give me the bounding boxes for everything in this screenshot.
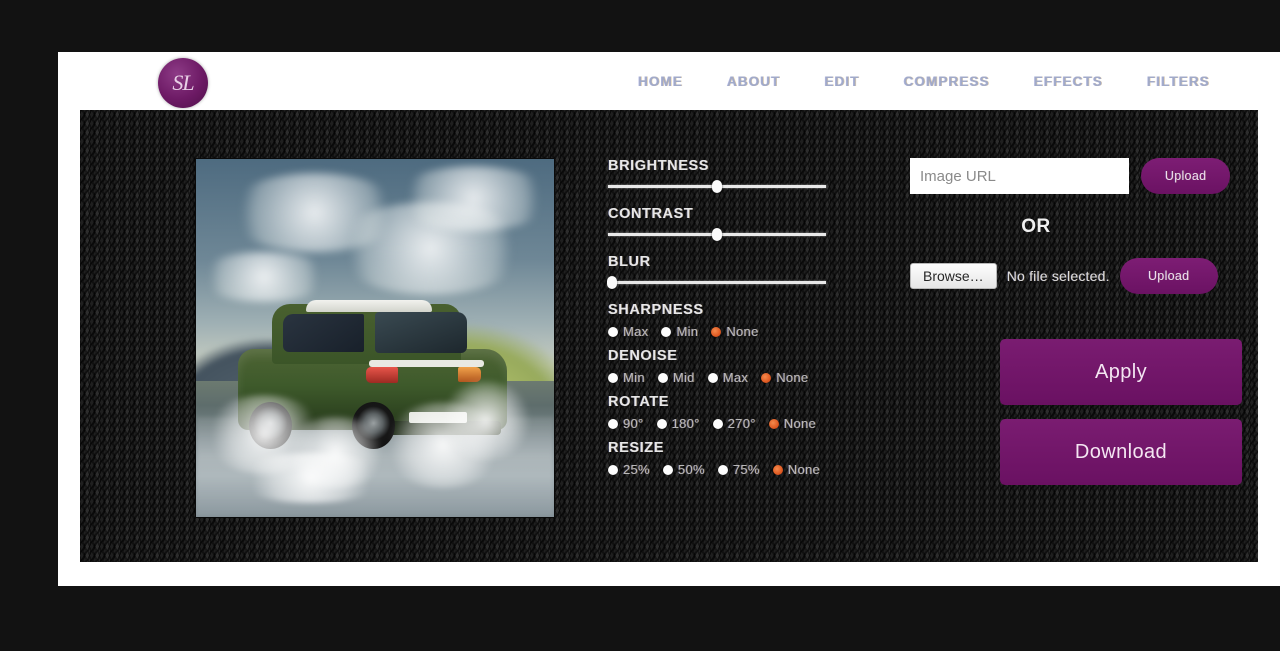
radio-icon[interactable] <box>608 464 618 475</box>
contrast-label: CONTRAST <box>608 206 694 222</box>
resize-option-none-label: None <box>787 462 821 477</box>
page-container: SL HOME ABOUT EDIT COMPRESS EFFECTS FILT… <box>58 52 1280 586</box>
or-separator-label: OR <box>1021 216 1051 237</box>
denoise-option-none[interactable]: None <box>761 370 808 385</box>
resize-option-75[interactable]: 75% <box>717 462 760 477</box>
apply-button[interactable]: Apply <box>1000 339 1242 405</box>
sharpness-option-none[interactable]: None <box>711 324 758 339</box>
brightness-label: BRIGHTNESS <box>608 158 710 174</box>
rotate-options: 90° 180° 270° None <box>608 416 908 431</box>
url-upload-button[interactable]: Upload <box>1141 158 1230 194</box>
rotate-option-none-label: None <box>783 416 817 431</box>
resize-option-none[interactable]: None <box>772 462 821 477</box>
rotate-option-180[interactable]: 180° <box>656 416 700 431</box>
rotate-option-none[interactable]: None <box>768 416 817 431</box>
sharpness-label: SHARPNESS <box>608 302 704 318</box>
sharpness-option-max-label: Max <box>623 324 649 339</box>
rotate-option-270[interactable]: 270° <box>712 416 756 431</box>
file-status-label: No file selected. <box>1006 268 1110 284</box>
file-upload-row: Browse… No file selected. Upload <box>910 258 1230 294</box>
brightness-slider-thumb[interactable] <box>712 180 722 193</box>
nav-item-filters[interactable]: FILTERS <box>1147 74 1210 89</box>
radio-icon[interactable] <box>661 326 672 337</box>
resize-option-25[interactable]: 25% <box>608 462 650 477</box>
resize-option-25-label: 25% <box>623 462 650 477</box>
nav-item-compress[interactable]: COMPRESS <box>904 74 990 89</box>
sharpness-option-min[interactable]: Min <box>661 324 698 339</box>
sharpness-control: SHARPNESS Max Min None <box>608 302 908 339</box>
sharpness-options: Max Min None <box>608 324 908 339</box>
denoise-option-min-label: Min <box>623 370 645 385</box>
resize-option-50-label: 50% <box>677 462 705 477</box>
resize-option-50[interactable]: 50% <box>662 462 705 477</box>
blur-control: BLUR <box>607 254 908 289</box>
rotate-option-90[interactable]: 90° <box>608 416 644 431</box>
radio-icon-selected[interactable] <box>711 326 722 337</box>
viewport: SL HOME ABOUT EDIT COMPRESS EFFECTS FILT… <box>0 0 1280 651</box>
rotate-option-270-label: 270° <box>727 416 756 431</box>
upload-actions-column: Upload OR Browse… No file selected. Uplo… <box>910 158 1242 485</box>
sharpness-option-none-label: None <box>726 324 759 339</box>
blur-slider-track <box>608 281 826 284</box>
radio-icon[interactable] <box>608 418 618 429</box>
resize-option-75-label: 75% <box>732 462 760 477</box>
brightness-slider[interactable] <box>608 180 826 193</box>
nav-item-home[interactable]: HOME <box>638 74 683 89</box>
file-upload-button[interactable]: Upload <box>1119 258 1218 294</box>
rotate-control: ROTATE 90° 180° 270° None <box>608 394 908 431</box>
radio-icon-selected[interactable] <box>768 418 779 429</box>
contrast-slider-thumb[interactable] <box>712 228 722 241</box>
denoise-option-max[interactable]: Max <box>707 370 749 385</box>
nav-item-edit[interactable]: EDIT <box>825 74 860 89</box>
denoise-option-mid[interactable]: Mid <box>657 370 695 385</box>
rotate-option-90-label: 90° <box>623 416 644 431</box>
denoise-options: Min Mid Max None <box>608 370 908 385</box>
site-header: SL HOME ABOUT EDIT COMPRESS EFFECTS FILT… <box>58 52 1280 110</box>
image-preview <box>196 159 554 517</box>
resize-control: RESIZE 25% 50% 75% None <box>608 440 908 477</box>
denoise-option-max-label: Max <box>722 370 749 385</box>
denoise-label: DENOISE <box>608 348 678 364</box>
radio-icon-selected[interactable] <box>761 372 772 383</box>
nav-item-effects[interactable]: EFFECTS <box>1034 74 1103 89</box>
resize-options: 25% 50% 75% None <box>608 462 908 477</box>
radio-icon[interactable] <box>608 372 618 383</box>
blur-slider[interactable] <box>607 276 826 289</box>
radio-icon[interactable] <box>707 372 718 383</box>
radio-icon[interactable] <box>717 464 728 475</box>
blur-slider-thumb[interactable] <box>607 276 618 289</box>
radio-icon[interactable] <box>657 372 668 383</box>
brand-logo-text: SL <box>172 70 194 95</box>
radio-icon[interactable] <box>608 326 618 337</box>
brightness-control: BRIGHTNESS <box>608 158 908 193</box>
denoise-control: DENOISE Min Mid Max None <box>608 348 908 385</box>
rotate-option-180-label: 180° <box>671 416 700 431</box>
main-navigation: HOME ABOUT EDIT COMPRESS EFFECTS FILTERS <box>638 52 1210 110</box>
rotate-label: ROTATE <box>608 394 670 410</box>
denoise-option-none-label: None <box>776 370 809 385</box>
action-buttons: Apply Download <box>1000 339 1242 485</box>
download-button[interactable]: Download <box>1000 419 1242 485</box>
image-url-input[interactable] <box>910 158 1130 194</box>
radio-icon-selected[interactable] <box>772 464 783 475</box>
contrast-control: CONTRAST <box>608 206 908 241</box>
contrast-slider[interactable] <box>608 228 826 241</box>
radio-icon[interactable] <box>662 464 673 475</box>
sharpness-option-max[interactable]: Max <box>608 324 648 339</box>
image-url-row: Upload <box>910 158 1230 194</box>
denoise-option-mid-label: Mid <box>672 370 695 385</box>
image-preview-frame <box>195 158 555 518</box>
blur-label: BLUR <box>608 254 651 270</box>
sharpness-option-min-label: Min <box>676 324 699 339</box>
brand-logo[interactable]: SL <box>158 58 208 108</box>
radio-icon[interactable] <box>656 418 667 429</box>
nav-item-about[interactable]: ABOUT <box>727 74 781 89</box>
denoise-option-min[interactable]: Min <box>608 370 645 385</box>
editor-panel: BRIGHTNESS CONTRAST BLUR SHARPNESS Max M… <box>80 110 1258 562</box>
radio-icon[interactable] <box>712 418 723 429</box>
adjustment-controls: BRIGHTNESS CONTRAST BLUR SHARPNESS Max M… <box>607 158 908 486</box>
resize-label: RESIZE <box>608 440 664 456</box>
browse-file-button[interactable]: Browse… <box>910 263 997 289</box>
